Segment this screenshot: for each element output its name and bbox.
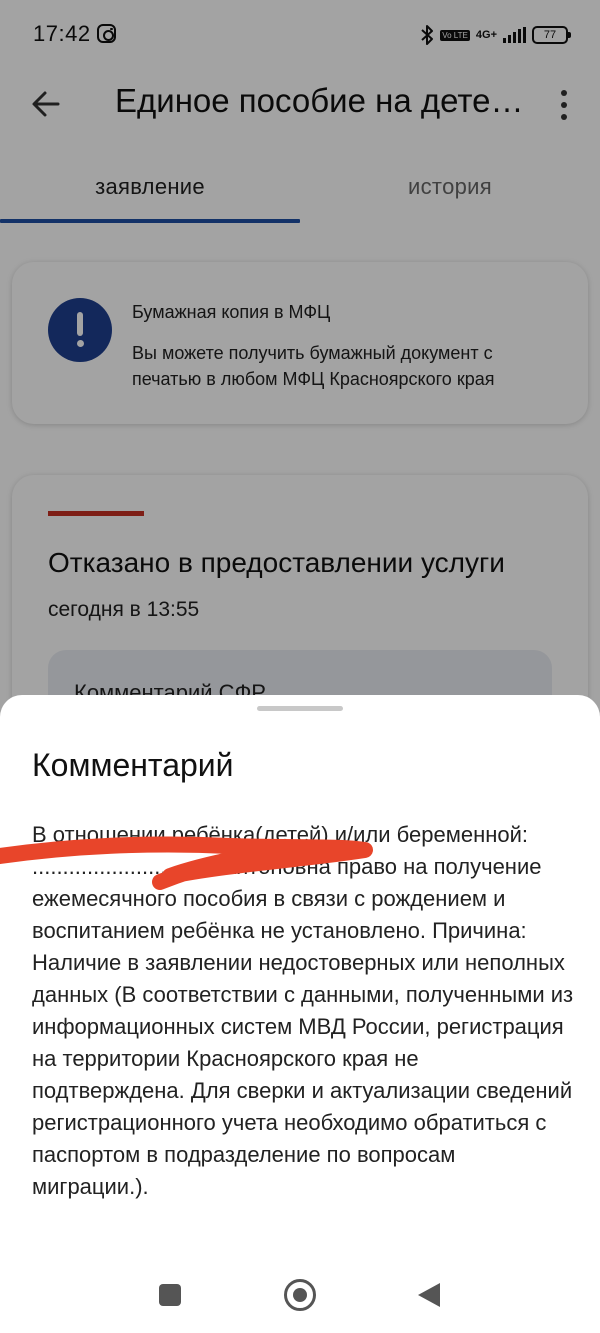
screen: 17:42 Vo LTE 4G+ 77 Единое пособие на де… [0, 0, 600, 1333]
sheet-drag-handle[interactable] [257, 706, 343, 711]
back-icon[interactable] [418, 1283, 440, 1307]
system-nav-bar [0, 1262, 600, 1333]
recents-icon[interactable] [159, 1284, 181, 1306]
home-icon[interactable] [284, 1279, 316, 1311]
redaction-scribble [0, 836, 373, 890]
comment-sheet: Комментарий В отношении ребёнка(детей) и… [0, 695, 600, 1333]
sheet-title: Комментарий [32, 747, 234, 783]
